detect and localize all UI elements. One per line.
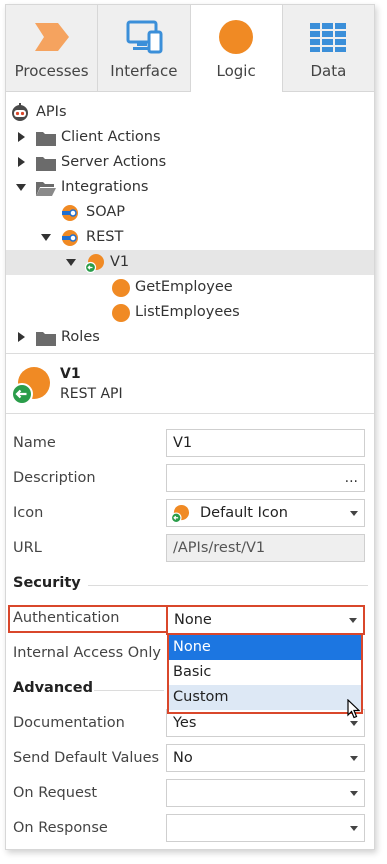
- folder-icon: [36, 332, 56, 346]
- on-request-select[interactable]: [166, 779, 365, 807]
- collapse-caret-icon[interactable]: [41, 234, 51, 241]
- tree-item-get-employee[interactable]: GetEmployee: [6, 275, 374, 300]
- tab-interface-label: Interface: [110, 62, 178, 80]
- chevron-down-icon: [349, 618, 357, 623]
- folder-icon: [36, 132, 56, 146]
- tree-label: Client Actions: [61, 129, 161, 145]
- chevron-down-icon: [350, 511, 358, 516]
- documentation-label: Documentation: [13, 715, 125, 731]
- rest-api-icon: [85, 254, 104, 273]
- expand-caret-icon[interactable]: [18, 157, 25, 167]
- tree-item-apis[interactable]: APIs: [6, 100, 374, 125]
- tab-processes-label: Processes: [14, 62, 89, 80]
- name-field[interactable]: V1: [166, 429, 365, 457]
- chevron-down-icon: [350, 721, 358, 726]
- chevron-down-icon: [350, 826, 358, 831]
- on-response-label: On Response: [13, 820, 108, 836]
- section-divider: [88, 585, 368, 586]
- description-field[interactable]: ...: [166, 464, 365, 492]
- tab-logic-label: Logic: [216, 62, 256, 80]
- send-default-values-select[interactable]: No: [166, 744, 365, 772]
- tree-item-list-employees[interactable]: ListEmployees: [6, 300, 374, 325]
- data-icon: [310, 23, 347, 52]
- tree-item-integrations[interactable]: Integrations: [6, 175, 374, 200]
- apis-robot-icon: [12, 103, 28, 121]
- send-default-values-value: No: [173, 750, 193, 766]
- tree-label: ListEmployees: [135, 304, 240, 320]
- chevron-down-icon: [350, 756, 358, 761]
- authentication-dropdown-list: None Basic Custom: [167, 633, 363, 714]
- tab-data[interactable]: Data: [282, 5, 374, 92]
- tree-item-v1[interactable]: V1: [6, 250, 374, 275]
- expand-caret-icon[interactable]: [18, 332, 25, 342]
- interface-icon: [126, 20, 163, 54]
- documentation-select-value: Yes: [173, 715, 197, 731]
- chevron-down-icon: [350, 791, 358, 796]
- expand-caret-icon[interactable]: [18, 132, 25, 142]
- tree-label: V1: [110, 254, 130, 270]
- authentication-select[interactable]: None: [166, 605, 365, 635]
- tab-bar: Processes Interface Logic Data: [6, 5, 374, 92]
- tab-logic[interactable]: Logic: [190, 5, 283, 92]
- tree-label: GetEmployee: [135, 279, 233, 295]
- icon-label: Icon: [13, 505, 44, 521]
- tab-processes[interactable]: Processes: [6, 5, 99, 92]
- on-request-label: On Request: [13, 785, 98, 801]
- soap-integration-icon: [62, 205, 78, 221]
- auth-option-none[interactable]: None: [169, 635, 361, 660]
- collapse-caret-icon[interactable]: [16, 184, 26, 191]
- default-icon-preview: [171, 504, 190, 523]
- divider: [6, 353, 374, 354]
- description-label: Description: [13, 470, 96, 486]
- tree-label: SOAP: [86, 204, 126, 220]
- logic-tree: APIs Client Actions Server Actions Integ…: [6, 100, 374, 350]
- tree-label: REST: [86, 229, 124, 245]
- object-title: V1: [60, 366, 81, 382]
- authentication-select-value: None: [174, 612, 212, 628]
- tree-item-client-actions[interactable]: Client Actions: [6, 125, 374, 150]
- tree-item-soap[interactable]: SOAP: [6, 200, 374, 225]
- tree-label: Roles: [61, 329, 100, 345]
- divider: [6, 413, 374, 414]
- auth-option-basic[interactable]: Basic: [169, 660, 361, 685]
- url-label: URL: [13, 540, 42, 556]
- security-section-title: Security: [13, 575, 81, 591]
- section-divider: [94, 690, 164, 691]
- auth-option-custom[interactable]: Custom: [169, 685, 361, 710]
- send-default-values-label: Send Default Values: [13, 750, 160, 766]
- tree-label: Server Actions: [61, 154, 167, 170]
- open-folder-icon: [36, 182, 56, 196]
- logic-icon: [219, 20, 254, 54]
- tree-item-rest[interactable]: REST: [6, 225, 374, 250]
- advanced-section-title: Advanced: [13, 680, 93, 696]
- name-label: Name: [13, 435, 56, 451]
- tab-interface[interactable]: Interface: [98, 5, 191, 92]
- tree-item-roles[interactable]: Roles: [6, 325, 374, 350]
- tree-label: APIs: [36, 104, 67, 120]
- rest-api-large-icon: [11, 367, 50, 405]
- description-editor-button[interactable]: ...: [345, 465, 358, 491]
- collapse-caret-icon[interactable]: [66, 259, 76, 266]
- rest-method-icon: [112, 279, 130, 297]
- folder-icon: [36, 157, 56, 171]
- on-response-select[interactable]: [166, 814, 365, 842]
- icon-select-value: Default Icon: [200, 505, 288, 521]
- object-type: REST API: [60, 386, 123, 402]
- icon-select[interactable]: Default Icon: [166, 499, 365, 527]
- internal-access-label: Internal Access Only: [13, 645, 161, 661]
- rest-integration-icon: [62, 230, 78, 246]
- url-field: /APIs/rest/V1: [166, 534, 365, 562]
- tree-item-server-actions[interactable]: Server Actions: [6, 150, 374, 175]
- tab-data-label: Data: [310, 62, 347, 80]
- mouse-cursor-icon: [347, 699, 361, 719]
- authentication-label: Authentication: [13, 610, 120, 626]
- processes-icon: [34, 23, 69, 51]
- rest-method-icon: [112, 304, 130, 322]
- logic-panel: Processes Interface Logic Data APIs Clie…: [5, 4, 375, 850]
- tree-label: Integrations: [61, 179, 149, 195]
